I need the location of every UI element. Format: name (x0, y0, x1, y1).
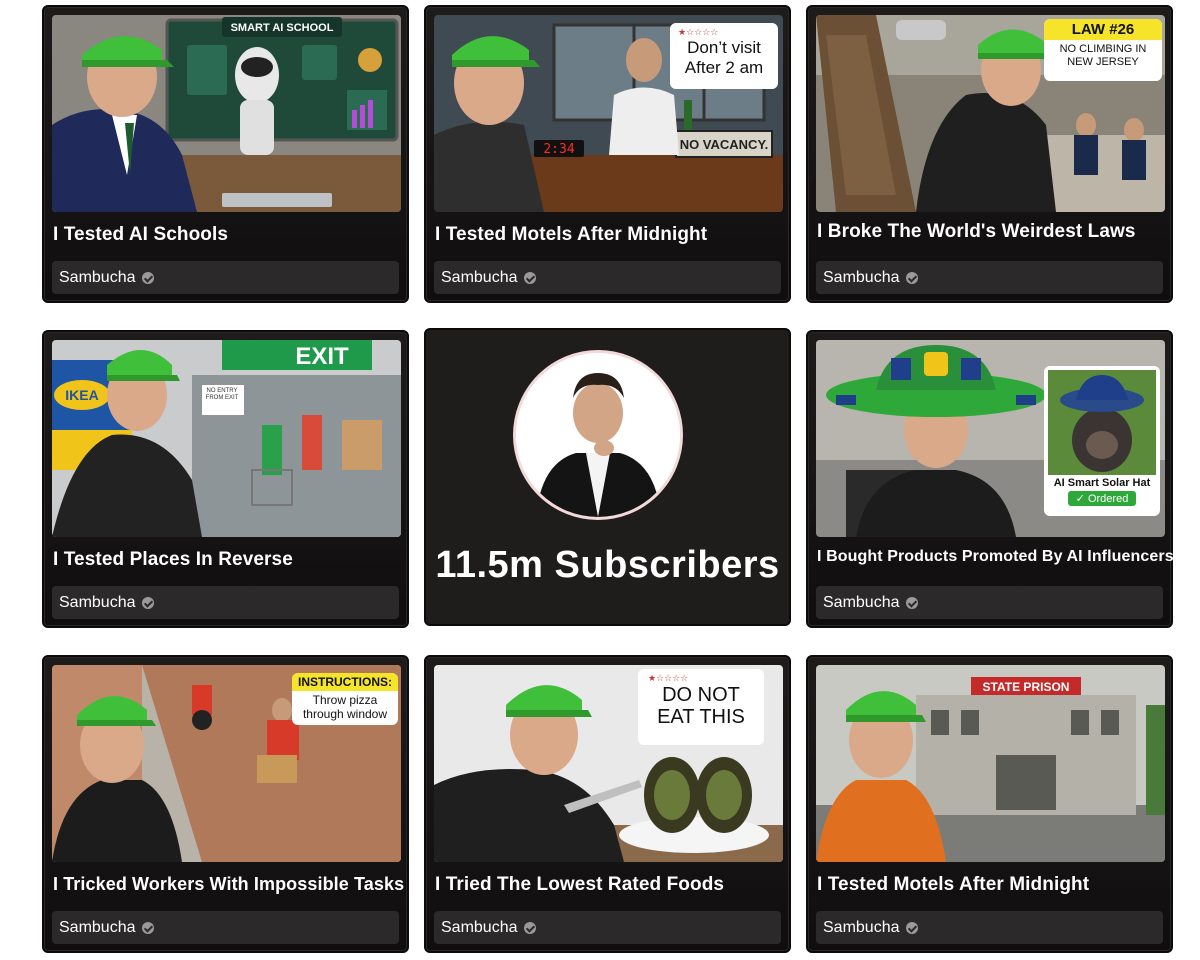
channel-bar[interactable]: Sambucha (816, 586, 1163, 619)
channel-bar[interactable]: Sambucha (434, 911, 781, 944)
clock-display: 2:34 (543, 142, 574, 157)
video-thumbnail[interactable]: SMART AI SCHOOL (52, 15, 401, 212)
screen-label: SMART AI SCHOOL (231, 22, 334, 34)
channel-name[interactable]: Sambucha (823, 269, 900, 287)
ikea-logo: IKEA (65, 387, 98, 403)
verified-icon (905, 596, 918, 609)
video-thumbnail[interactable]: ★☆☆☆☆ DO NOT EAT THIS (434, 665, 783, 862)
channel-name[interactable]: Sambucha (823, 594, 900, 612)
video-title[interactable]: I Tested AI Schools (53, 224, 399, 246)
no-vacancy-sign: NO VACANCY. (680, 137, 769, 152)
video-title[interactable]: I Broke The World's Weirdest Laws (817, 221, 1163, 243)
product-name: AI Smart Solar Hat (1053, 477, 1151, 489)
video-title[interactable]: I Tried The Lowest Rated Foods (435, 874, 781, 896)
prison-sign: STATE PRISON (983, 680, 1070, 694)
law-text: NO CLIMBING IN NEW JERSEY (1059, 43, 1147, 68)
law-number: LAW #26 (1044, 19, 1162, 40)
video-card[interactable]: 2:34 NO VACANCY. ★☆☆☆☆ Don’t visit After… (424, 5, 791, 303)
verified-icon (141, 596, 154, 609)
video-thumbnail[interactable]: 2:34 NO VACANCY. ★☆☆☆☆ Don’t visit After… (434, 15, 783, 212)
instructions-text: Throw pizza through window (302, 693, 388, 721)
video-title[interactable]: I Bought Products Promoted By AI Influen… (817, 548, 1174, 566)
channel-bar[interactable]: Sambucha (816, 911, 1163, 944)
verified-icon (141, 921, 154, 934)
video-title[interactable]: I Tested Places In Reverse (53, 549, 399, 571)
video-thumbnail[interactable]: IKEA EXIT NO ENTRY FROM EXIT (52, 340, 401, 537)
channel-bar[interactable]: Sambucha (434, 261, 781, 294)
channel-name[interactable]: Sambucha (441, 919, 518, 937)
law-overlay: LAW #26 NO CLIMBING IN NEW JERSEY (1044, 19, 1162, 81)
check-circle-icon: ✓ (1075, 493, 1088, 505)
video-card[interactable]: INSTRUCTIONS: Throw pizza through window… (42, 655, 409, 953)
video-thumbnail[interactable]: STATE PRISON (816, 665, 1165, 862)
channel-bar[interactable]: Sambucha (52, 261, 399, 294)
channel-name[interactable]: Sambucha (823, 919, 900, 937)
video-card[interactable]: AI Smart Solar Hat ✓ Ordered I Bought Pr… (806, 330, 1174, 628)
video-thumbnail[interactable]: INSTRUCTIONS: Throw pizza through window (52, 665, 401, 862)
review-overlay: ★☆☆☆☆ DO NOT EAT THIS (638, 669, 764, 745)
channel-name[interactable]: Sambucha (59, 269, 136, 287)
review-text: Don’t visit After 2 am (684, 38, 764, 77)
video-card[interactable]: STATE PRISON I Tested Motels After Midni… (806, 655, 1173, 953)
rating-stars-icon: ★☆☆☆☆ (648, 673, 689, 683)
verified-icon (905, 921, 918, 934)
instructions-header: INSTRUCTIONS: (292, 673, 398, 691)
review-text: DO NOT EAT THIS (657, 684, 745, 728)
avatar[interactable] (513, 350, 683, 520)
channel-subscriber-card[interactable]: 11.5m Subscribers (424, 328, 791, 626)
video-thumbnail[interactable]: LAW #26 NO CLIMBING IN NEW JERSEY (816, 15, 1165, 212)
video-grid: SMART AI SCHOOL I Tested AI Schools Samb… (0, 0, 1200, 960)
review-overlay: ★☆☆☆☆ Don’t visit After 2 am (670, 23, 778, 89)
rating-stars-icon: ★☆☆☆☆ (678, 27, 719, 37)
gorilla-image (1048, 370, 1156, 475)
channel-name[interactable]: Sambucha (59, 594, 136, 612)
channel-bar[interactable]: Sambucha (52, 911, 399, 944)
video-title[interactable]: I Tested Motels After Midnight (435, 224, 781, 246)
channel-bar[interactable]: Sambucha (816, 261, 1163, 294)
no-entry-sign: NO ENTRY FROM EXIT (205, 388, 239, 401)
video-card[interactable]: SMART AI SCHOOL I Tested AI Schools Samb… (42, 5, 409, 303)
video-title[interactable]: I Tested Motels After Midnight (817, 874, 1163, 896)
channel-name[interactable]: Sambucha (441, 269, 518, 287)
video-card[interactable]: LAW #26 NO CLIMBING IN NEW JERSEY I Brok… (806, 5, 1173, 303)
instructions-overlay: INSTRUCTIONS: Throw pizza through window (292, 673, 398, 725)
product-overlay: AI Smart Solar Hat ✓ Ordered (1044, 366, 1160, 516)
video-title[interactable]: I Tricked Workers With Impossible Tasks (53, 874, 404, 895)
exit-sign: EXIT (295, 343, 349, 370)
verified-icon (905, 271, 918, 284)
video-thumbnail[interactable]: AI Smart Solar Hat ✓ Ordered (816, 340, 1165, 537)
subscriber-count: 11.5m Subscribers (435, 544, 780, 586)
verified-icon (141, 271, 154, 284)
verified-icon (523, 921, 536, 934)
channel-bar[interactable]: Sambucha (52, 586, 399, 619)
ordered-badge: ✓ Ordered (1067, 491, 1137, 506)
video-card[interactable]: IKEA EXIT NO ENTRY FROM EXIT I Tested Pl… (42, 330, 409, 628)
video-card[interactable]: ★☆☆☆☆ DO NOT EAT THIS I Tried The Lowest… (424, 655, 791, 953)
verified-icon (523, 271, 536, 284)
channel-name[interactable]: Sambucha (59, 919, 136, 937)
